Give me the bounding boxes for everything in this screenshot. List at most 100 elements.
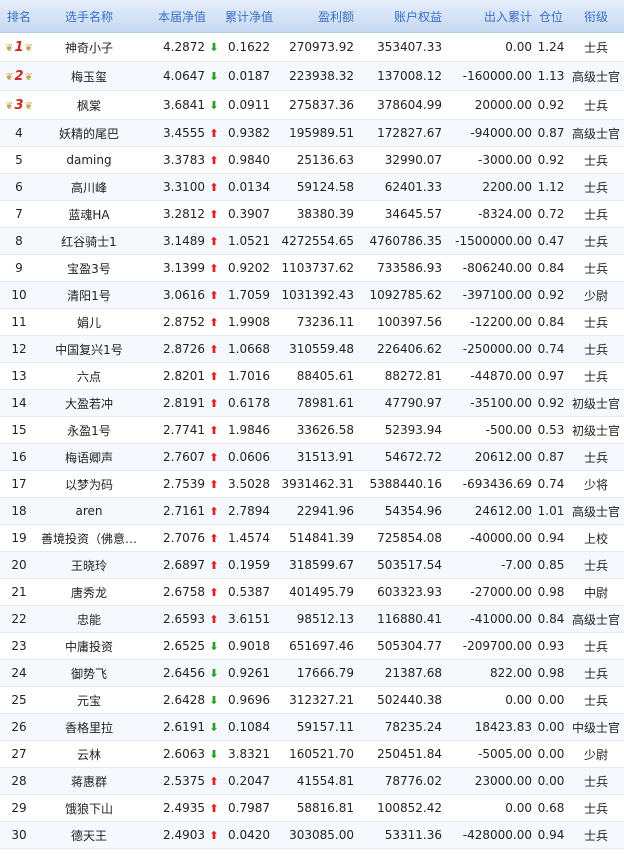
profit-cell: 59157.11 [276, 713, 362, 741]
player-name-link[interactable]: 中国复兴1号 [38, 335, 140, 363]
position-cell: 0.84 [534, 605, 568, 633]
equity-cell: 100397.56 [362, 308, 450, 336]
cum-nav-cell: 1.0668 [222, 335, 276, 363]
nav-value: 2.6428 [163, 693, 205, 707]
table-row[interactable]: 27 云林 2.6063 ⬇ 3.8321 160521.70 250451.84 -5005… [0, 740, 624, 768]
player-name-link[interactable]: 王晓玲 [38, 551, 140, 579]
player-name-link[interactable]: 妖精的尾巴 [38, 119, 140, 147]
col-header-name[interactable]: 选手名称 [38, 0, 140, 33]
col-header-position[interactable]: 仓位 [534, 0, 568, 33]
arrow-down-icon: ⬇ [209, 639, 219, 653]
table-row[interactable]: 30 德天王 2.4903 ⬆ 0.0420 303085.00 53311.36 -4280… [0, 821, 624, 849]
table-row[interactable]: 8 红谷骑士1 3.1489 ⬆ 1.0521 4272554.65 4760786.35-… [0, 227, 624, 255]
table-row[interactable]: 29 饿狼下山 2.4935 ⬆ 0.7987 58816.81 100852.42 0.00… [0, 794, 624, 822]
arrow-up-icon: ⬆ [209, 261, 219, 275]
player-name-link[interactable]: 香格里拉 [38, 713, 140, 741]
col-header-net-flow[interactable]: 出入累计 [450, 0, 534, 33]
player-name-link[interactable]: 中庸投资 [38, 632, 140, 660]
player-name-link[interactable]: 唐秀龙 [38, 578, 140, 606]
cum-nav-cell: 0.9696 [222, 686, 276, 714]
rank-cell: 20 [0, 551, 38, 579]
player-name-link[interactable]: 枫棠 [38, 90, 140, 120]
col-header-rank[interactable]: 排名 [0, 0, 38, 33]
player-name-link[interactable]: 梅玉玺 [38, 61, 140, 91]
table-row[interactable]: 12 中国复兴1号 2.8726 ⬆ 1.0668 310559.48 226406.62-… [0, 335, 624, 363]
nav-cell: 2.7741 ⬆ [140, 416, 222, 444]
player-name-link[interactable]: 善境投资（佛意… [38, 524, 140, 552]
arrow-up-icon: ⬆ [209, 180, 219, 194]
equity-cell: 34645.57 [362, 200, 450, 228]
rank-cell: 16 [0, 443, 38, 471]
table-row[interactable]: 26 香格里拉 2.6191 ⬇ 0.1084 59157.11 78235.24 18423… [0, 713, 624, 741]
position-cell: 0.85 [534, 551, 568, 579]
table-row[interactable]: 7 蓝魂HA 3.2812 ⬆ 0.3907 38380.39 34645.57 -8324.… [0, 200, 624, 228]
nav-value: 2.7076 [163, 531, 205, 545]
col-header-profit[interactable]: 盈利额 [276, 0, 362, 33]
col-header-equity[interactable]: 账户权益 [362, 0, 450, 33]
table-row[interactable]: 24 御势飞 2.6456 ⬇ 0.9261 17666.79 21387.68 822.00… [0, 659, 624, 687]
table-row[interactable]: 25 元宝 2.6428 ⬇ 0.9696 312327.21 502440.38 0.00 0… [0, 686, 624, 714]
equity-cell: 78235.24 [362, 713, 450, 741]
player-name-link[interactable]: 清阳1号 [38, 281, 140, 309]
table-row[interactable]: 17 以梦为码 2.7539 ⬆ 3.5028 3931462.31 5388440.16-… [0, 470, 624, 498]
arrow-up-icon: ⬆ [209, 207, 219, 221]
player-name-link[interactable]: 永盈1号 [38, 416, 140, 444]
player-name-link[interactable]: 饿狼下山 [38, 794, 140, 822]
table-row[interactable]: 18 aren 2.7161 ⬆ 2.7894 22941.96 54354.96 24612… [0, 497, 624, 525]
player-name-link[interactable]: 高川峰 [38, 173, 140, 201]
player-name-link[interactable]: 六点 [38, 362, 140, 390]
player-name-link[interactable]: 元宝 [38, 686, 140, 714]
player-name-link[interactable]: 御势飞 [38, 659, 140, 687]
table-row[interactable]: 6 高川峰 3.3100 ⬆ 0.0134 59124.58 62401.33 2200.00… [0, 173, 624, 201]
table-row[interactable]: ❦3❦ 枫棠 3.6841 ⬇ 0.0911 275837.36 378604.99 2000… [0, 90, 624, 120]
player-name-link[interactable]: 宝盈3号 [38, 254, 140, 282]
table-row[interactable]: 21 唐秀龙 2.6758 ⬆ 0.5387 401495.79 603323.93 -270… [0, 578, 624, 606]
table-row[interactable]: 16 梅语卿声 2.7607 ⬆ 0.0606 31513.91 54672.72 20612… [0, 443, 624, 471]
player-name-link[interactable]: 忠能 [38, 605, 140, 633]
title-cell: 初级士官 [568, 416, 624, 444]
nav-cell: 2.6758 ⬆ [140, 578, 222, 606]
col-header-title[interactable]: 衔级 [568, 0, 624, 33]
table-row[interactable]: 20 王晓玲 2.6897 ⬆ 0.1959 318599.67 503517.54 -7.0… [0, 551, 624, 579]
equity-cell: 503517.54 [362, 551, 450, 579]
table-row[interactable]: 13 六点 2.8201 ⬆ 1.7016 88405.61 88272.81 -44870.… [0, 362, 624, 390]
equity-cell: 502440.38 [362, 686, 450, 714]
table-row[interactable]: 5 daming 3.3783 ⬆ 0.9840 25136.63 32990.07 -300… [0, 146, 624, 174]
player-name-link[interactable]: 娟儿 [38, 308, 140, 336]
nav-cell: 3.6841 ⬇ [140, 90, 222, 120]
rank-cell: 25 [0, 686, 38, 714]
player-name-link[interactable]: 以梦为码 [38, 470, 140, 498]
table-row[interactable]: 14 大盈若冲 2.8191 ⬆ 0.6178 78981.61 47790.97 -3510… [0, 389, 624, 417]
player-name-link[interactable]: 大盈若冲 [38, 389, 140, 417]
table-row[interactable]: 23 中庸投资 2.6525 ⬇ 0.9018 651697.46 505304.77 -20… [0, 632, 624, 660]
table-row[interactable]: 15 永盈1号 2.7741 ⬆ 1.9846 33626.58 52393.94 -500.… [0, 416, 624, 444]
title-cell: 士兵 [568, 146, 624, 174]
equity-cell: 378604.99 [362, 90, 450, 120]
table-row[interactable]: 11 娟儿 2.8752 ⬆ 1.9908 73236.11 100397.56 -12200… [0, 308, 624, 336]
nav-value: 2.6525 [163, 639, 205, 653]
equity-cell: 137008.12 [362, 61, 450, 91]
table-row[interactable]: 28 蒋惠群 2.5375 ⬆ 0.2047 41554.81 78776.02 23000.… [0, 767, 624, 795]
player-name-link[interactable]: 神奇小子 [38, 32, 140, 62]
table-row[interactable]: 4 妖精的尾巴 3.4555 ⬆ 0.9382 195989.51 172827.67 -94… [0, 119, 624, 147]
table-row[interactable]: 10 清阳1号 3.0616 ⬆ 1.7059 1031392.43 1092785.62-… [0, 281, 624, 309]
table-row[interactable]: 22 忠能 2.6593 ⬆ 3.6151 98512.13 116880.41 -41000… [0, 605, 624, 633]
player-name-link[interactable]: 德天王 [38, 821, 140, 849]
player-name-link[interactable]: 蓝魂HA [38, 200, 140, 228]
equity-cell: 226406.62 [362, 335, 450, 363]
player-name-link[interactable]: 云林 [38, 740, 140, 768]
player-name-link[interactable]: daming [38, 146, 140, 174]
table-row[interactable]: ❦2❦ 梅玉玺 4.0647 ⬇ 0.0187 223938.32 137008.12 -16… [0, 61, 624, 91]
player-name-link[interactable]: 红谷骑士1 [38, 227, 140, 255]
nav-cell: 2.8201 ⬆ [140, 362, 222, 390]
player-name-link[interactable]: aren [38, 497, 140, 525]
table-row[interactable]: 19 善境投资（佛意… 2.7076 ⬆ 1.4574 514841.39 725854.0… [0, 524, 624, 552]
player-name-link[interactable]: 蒋惠群 [38, 767, 140, 795]
player-name-link[interactable]: 梅语卿声 [38, 443, 140, 471]
table-header: 排名 选手名称 本届净值 累计净值 盈利额 账户权益 出入累计 仓位 衔级 [0, 0, 624, 33]
ranking-table: 排名 选手名称 本届净值 累计净值 盈利额 账户权益 出入累计 仓位 衔级 ❦1… [0, 0, 624, 849]
table-row[interactable]: 9 宝盈3号 3.1399 ⬆ 0.9202 1103737.62 733586.93 -80… [0, 254, 624, 282]
table-row[interactable]: ❦1❦ 神奇小子 4.2872 ⬇ 0.1622 270973.92 353407.33 0.… [0, 32, 624, 62]
col-header-nav[interactable]: 本届净值 [140, 0, 222, 33]
col-header-cum-nav[interactable]: 累计净值 [222, 0, 276, 33]
